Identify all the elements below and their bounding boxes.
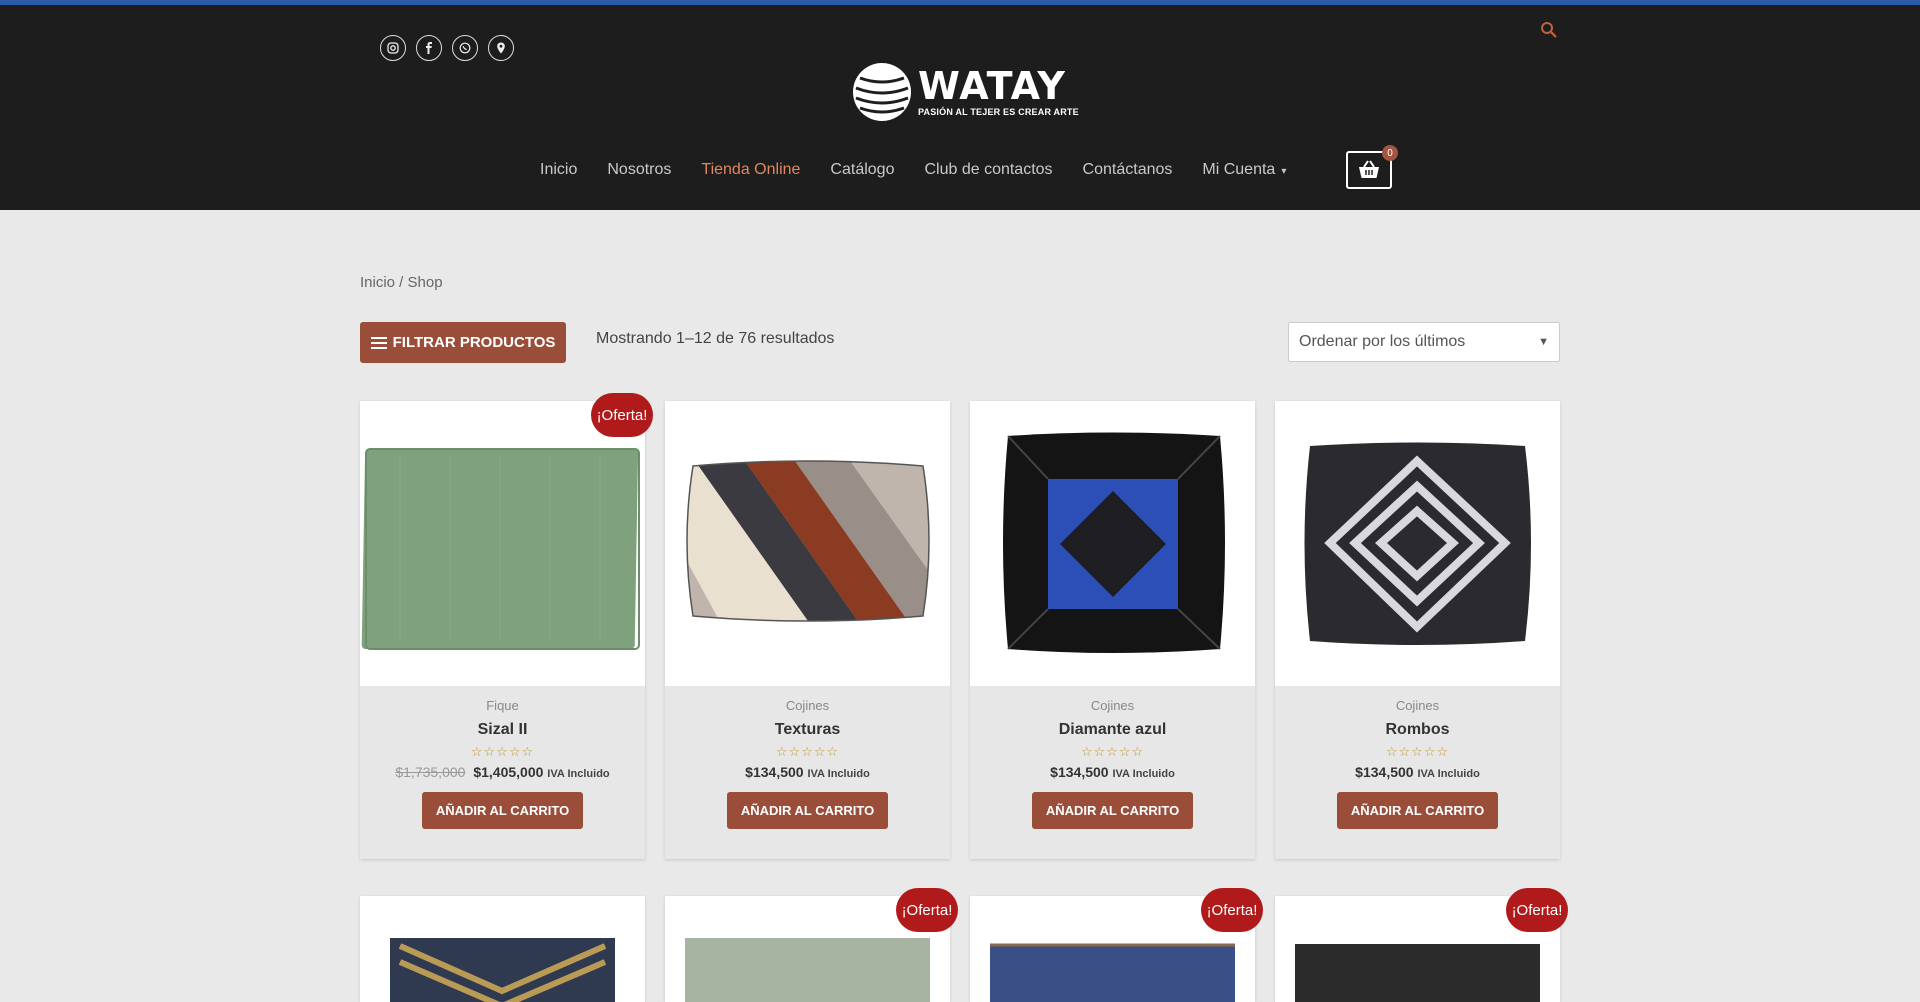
product-price: $1,735,000 $1,405,000 IVA Incluido: [360, 764, 645, 780]
sale-badge: ¡Oferta!: [1201, 888, 1263, 932]
facebook-icon[interactable]: [416, 35, 442, 61]
cushion-chevron-image: [390, 938, 615, 1002]
site-header: WATAY PASIÓN AL TEJER ES CREAR ARTE Inic…: [0, 5, 1920, 210]
add-to-cart-button[interactable]: AÑADIR AL CARRITO: [1336, 792, 1499, 829]
product-title[interactable]: Diamante azul: [970, 721, 1255, 739]
social-links: [380, 35, 514, 61]
results-count: Mostrando 1–12 de 76 resultados: [596, 330, 835, 347]
logo-tagline: PASIÓN AL TEJER ES CREAR ARTE: [918, 107, 1079, 117]
rating-stars: ☆☆☆☆☆: [470, 745, 535, 760]
sale-badge: ¡Oferta!: [1506, 888, 1568, 932]
product-sale-price: $134,500: [745, 764, 804, 780]
nav-item-contactanos[interactable]: Contáctanos: [1083, 161, 1173, 179]
add-to-cart-button[interactable]: AÑADIR AL CARRITO: [421, 792, 584, 829]
nav-item-mi-cuenta-label: Mi Cuenta: [1202, 161, 1276, 178]
product-card[interactable]: Cojines Rombos ☆☆☆☆☆ $134,500 IVA Inclui…: [1275, 401, 1560, 859]
product-image[interactable]: [360, 401, 645, 686]
product-old-price: $1,735,000: [395, 764, 466, 780]
cushion-rhombus-image: [1304, 442, 1531, 645]
nav-item-club-de-contactos[interactable]: Club de contactos: [924, 161, 1052, 179]
nav-item-tienda-online[interactable]: Tienda Online: [701, 161, 800, 179]
cushion-textures-image: [686, 460, 930, 622]
cart-count-badge: 0: [1382, 145, 1398, 161]
product-image[interactable]: [1275, 401, 1560, 686]
nav-item-nosotros[interactable]: Nosotros: [607, 161, 671, 179]
add-to-cart-button[interactable]: AÑADIR AL CARRITO: [1031, 792, 1194, 829]
main-nav: Inicio Nosotros Tienda Online Catálogo C…: [540, 155, 1316, 185]
sale-badge: ¡Oferta!: [591, 393, 653, 437]
rug-green-image: [361, 448, 640, 650]
cushion-blue-diamond-image: [1003, 432, 1225, 653]
product-category[interactable]: Cojines: [665, 698, 950, 713]
nav-item-inicio[interactable]: Inicio: [540, 161, 577, 179]
nav-item-mi-cuenta[interactable]: Mi Cuenta ▾: [1202, 161, 1286, 179]
filter-products-label: FILTRAR PRODUCTOS: [392, 334, 556, 351]
product-title[interactable]: Rombos: [1275, 721, 1560, 739]
add-to-cart-button[interactable]: AÑADIR AL CARRITO: [726, 792, 889, 829]
location-pin-icon[interactable]: [488, 35, 514, 61]
chevron-down-icon: ▾: [1281, 166, 1287, 177]
product-card[interactable]: Cojines Diamante azul ☆☆☆☆☆ $134,500 IVA…: [970, 401, 1255, 859]
logo-mark-icon: [853, 63, 911, 121]
product-tax-note: IVA Incluido: [1417, 768, 1480, 780]
basket-icon: [1359, 160, 1379, 178]
product-title[interactable]: Sizal II: [360, 721, 645, 739]
rating-stars: ☆☆☆☆☆: [775, 745, 840, 760]
product-sale-price: $1,405,000: [473, 764, 544, 780]
product-sale-price: $134,500: [1355, 764, 1414, 780]
product-category[interactable]: Cojines: [970, 698, 1255, 713]
product-card[interactable]: ¡Oferta! Fique Sizal II ☆☆☆☆☆ $1,735,000…: [360, 393, 653, 859]
nav-item-catalogo[interactable]: Catálogo: [830, 161, 894, 179]
site-logo[interactable]: WATAY PASIÓN AL TEJER ES CREAR ARTE: [852, 62, 1079, 122]
instagram-icon[interactable]: [380, 35, 406, 61]
sale-badge: ¡Oferta!: [896, 888, 958, 932]
product-sale-price: $134,500: [1050, 764, 1109, 780]
product-category[interactable]: Fique: [360, 698, 645, 713]
product-price: $134,500 IVA Incluido: [665, 764, 950, 780]
product-image[interactable]: [970, 401, 1255, 686]
rating-stars: ☆☆☆☆☆: [1385, 745, 1450, 760]
search-icon[interactable]: [1540, 21, 1558, 39]
product-tax-note: IVA Incluido: [1112, 768, 1175, 780]
menu-icon: [370, 336, 387, 349]
product-tax-note: IVA Incluido: [547, 768, 610, 780]
sort-select-value: Ordenar por los últimos: [1299, 333, 1466, 350]
product-title[interactable]: Texturas: [665, 721, 950, 739]
product-tax-note: IVA Incluido: [807, 768, 870, 780]
product-price: $134,500 IVA Incluido: [970, 764, 1255, 780]
rating-stars: ☆☆☆☆☆: [1080, 745, 1145, 760]
sort-select[interactable]: Ordenar por los últimos ▼: [1288, 322, 1560, 362]
logo-name: WATAY: [918, 64, 1066, 108]
product-card[interactable]: [360, 896, 645, 1002]
product-image[interactable]: [665, 401, 950, 686]
product-price: $134,500 IVA Incluido: [1275, 764, 1560, 780]
product-category[interactable]: Cojines: [1275, 698, 1560, 713]
chevron-down-icon: ▼: [1538, 336, 1549, 348]
product-card[interactable]: Cojines Texturas ☆☆☆☆☆ $134,500 IVA Incl…: [665, 401, 950, 859]
filter-products-button[interactable]: FILTRAR PRODUCTOS: [360, 322, 566, 363]
whatsapp-icon[interactable]: [452, 35, 478, 61]
breadcrumb[interactable]: Inicio / Shop: [360, 274, 443, 291]
cart-button[interactable]: 0: [1346, 145, 1398, 189]
